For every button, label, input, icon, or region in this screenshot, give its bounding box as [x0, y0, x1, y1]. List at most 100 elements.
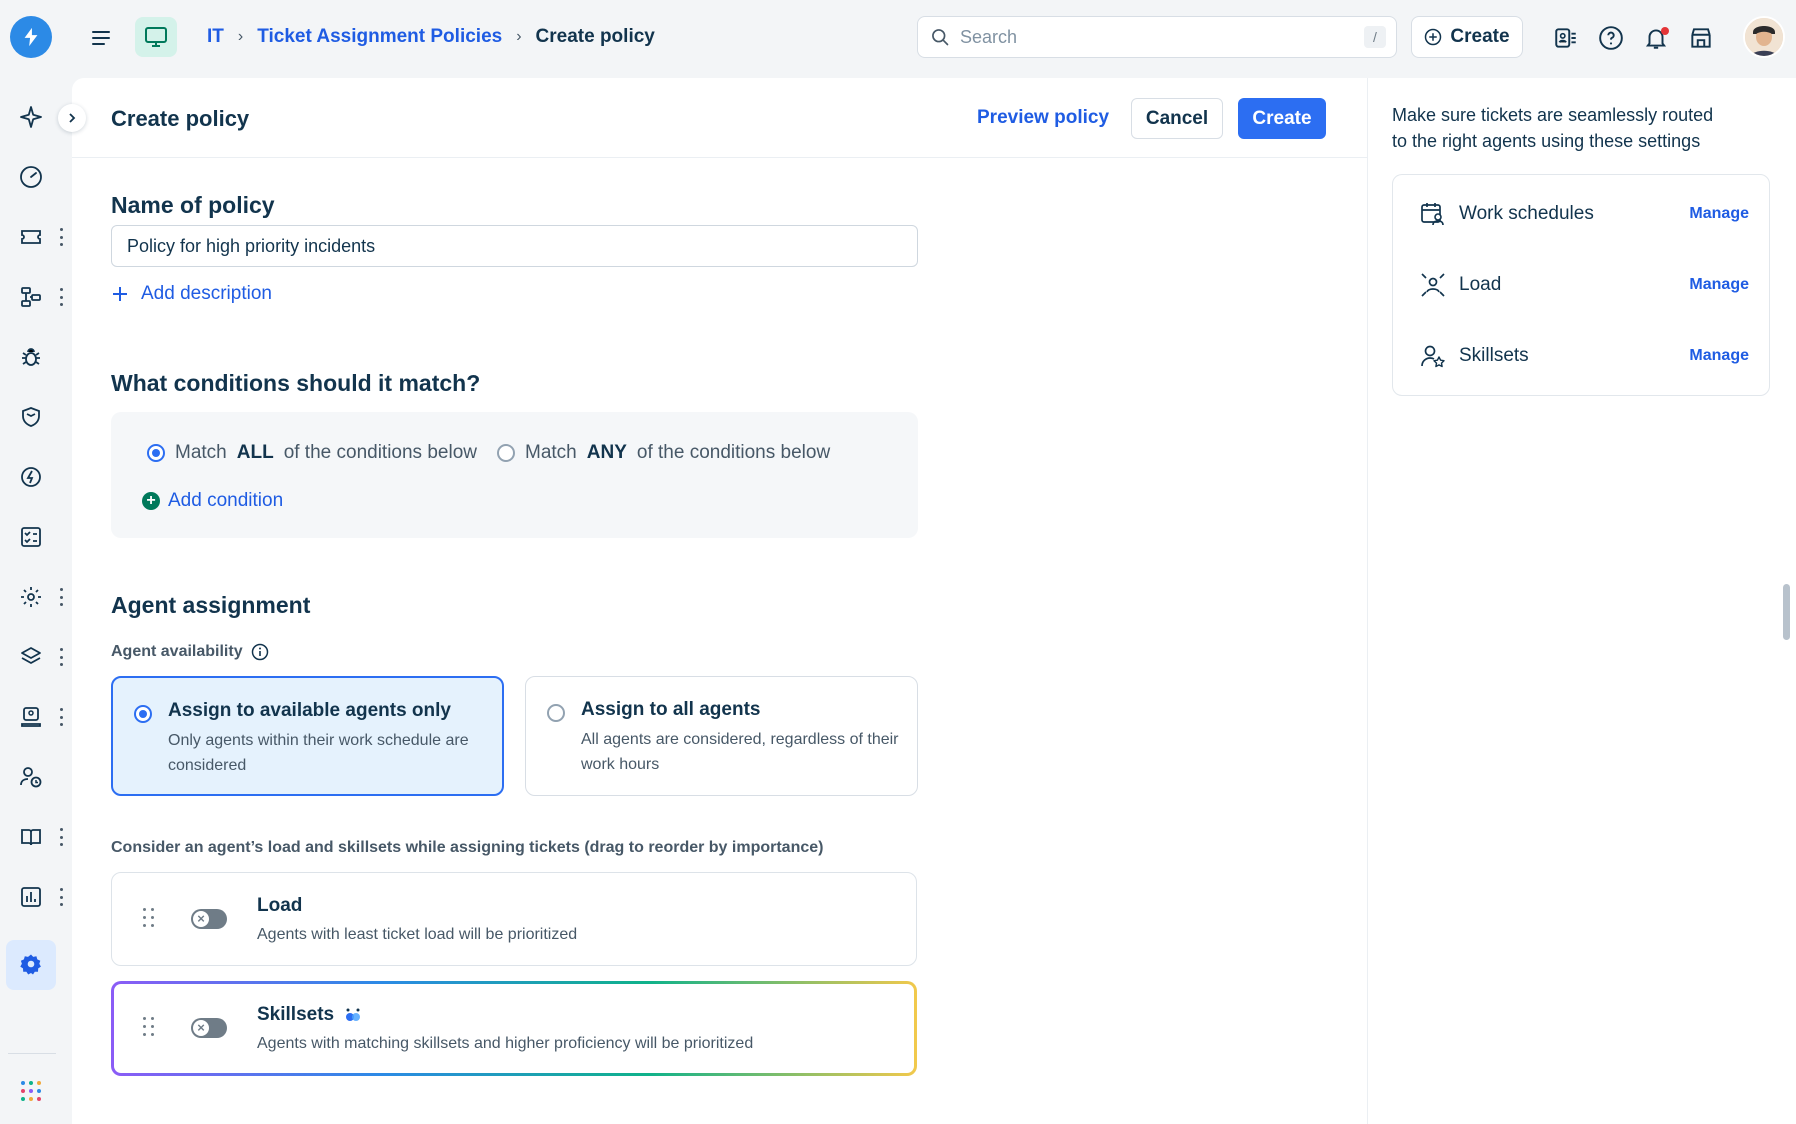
info-icon[interactable] [251, 643, 269, 661]
layers-icon[interactable] [16, 642, 46, 672]
contact-list-icon[interactable] [1553, 25, 1579, 51]
match-any-radio[interactable] [497, 444, 515, 462]
load-icon [1419, 271, 1447, 299]
load-factor-card[interactable]: Load Agents with least ticket load will … [111, 872, 917, 966]
right-panel: Make sure tickets are seamlessly routed … [1367, 78, 1796, 1124]
bug-icon[interactable] [16, 342, 46, 372]
marketplace-icon[interactable] [1688, 25, 1714, 51]
policy-name-input[interactable] [111, 225, 918, 267]
skillsets-title-text: Skillsets [257, 1004, 335, 1025]
skillsets-description: Agents with matching skillsets and highe… [257, 1035, 754, 1052]
load-toggle[interactable] [191, 909, 227, 929]
agent-availability-label: Agent availability [111, 643, 243, 660]
option-description: Only agents within their work schedule a… [168, 732, 469, 774]
breadcrumb: IT › Ticket Assignment Policies › Create… [207, 26, 655, 48]
match-all-keyword: ALL [236, 442, 274, 463]
plus-icon [113, 287, 127, 301]
match-any-keyword: ANY [586, 442, 627, 463]
plus-circle-icon [1425, 28, 1442, 46]
calendar-user-icon [1419, 200, 1447, 228]
consider-label: Consider an agent’s load and skillsets w… [111, 839, 824, 856]
option-title: Assign to all agents [581, 699, 761, 720]
apps-grid-icon[interactable] [16, 1076, 46, 1106]
expand-sidebar-button[interactable] [58, 104, 86, 132]
notification-dot [1661, 27, 1669, 35]
more-icon[interactable] [58, 588, 64, 606]
shield-icon[interactable] [16, 402, 46, 432]
top-bar: IT › Ticket Assignment Policies › Create… [0, 0, 1796, 78]
more-icon[interactable] [58, 828, 64, 846]
conditions-box: Match ALL of the conditions below Match … [111, 412, 918, 538]
load-description: Agents with least ticket load will be pr… [257, 926, 578, 943]
more-icon[interactable] [58, 708, 64, 726]
ai-sparkle-icon [346, 1008, 361, 1021]
preview-policy-link[interactable]: Preview policy [977, 107, 1109, 129]
chevron-right-icon: › [237, 28, 244, 45]
global-search[interactable]: / [917, 16, 1397, 58]
dashboard-icon[interactable] [16, 162, 46, 192]
chevron-right-icon: › [516, 28, 522, 45]
setting-work-schedules: Work schedules Manage [1419, 199, 1749, 229]
setting-skillsets: Skillsets Manage [1419, 341, 1749, 371]
workspace-monitor-icon[interactable] [135, 17, 177, 57]
reports-icon[interactable] [16, 882, 46, 912]
available-agents-option[interactable]: Assign to available agents only Only age… [111, 676, 504, 796]
more-icon[interactable] [58, 648, 64, 666]
chevron-right-icon [69, 113, 76, 123]
agent-availability-label-row: Agent availability [111, 643, 269, 661]
load-title-text: Load [257, 895, 303, 916]
skillsets-factor-card[interactable]: Skillsets Agents with matching skillsets… [111, 981, 917, 1076]
load-title: Load [257, 895, 302, 917]
global-create-button[interactable]: Create [1411, 16, 1523, 58]
conditions-section-title: What conditions should it match? [111, 370, 481, 396]
breadcrumb-current: Create policy [535, 26, 655, 47]
add-description-link[interactable]: Add description [111, 283, 272, 305]
search-input[interactable] [960, 26, 1350, 48]
assets-icon[interactable] [16, 702, 46, 732]
manage-load-link[interactable]: Manage [1689, 276, 1749, 294]
skillsets-toggle[interactable] [191, 1018, 227, 1038]
book-icon[interactable] [16, 822, 46, 852]
tasks-icon[interactable] [16, 522, 46, 552]
available-agents-radio[interactable] [134, 705, 152, 723]
breadcrumb-ticket-assignment-policies[interactable]: Ticket Assignment Policies [257, 26, 502, 48]
more-icon[interactable] [58, 228, 64, 246]
all-agents-option[interactable]: Assign to all agents All agents are cons… [525, 676, 918, 796]
setting-label: Skillsets [1459, 345, 1529, 366]
page-title: Create policy [111, 106, 250, 131]
match-any-option[interactable]: Match ANY of the conditions below [497, 442, 830, 464]
settings-card: Work schedules Manage Load Manage Skills… [1392, 174, 1770, 396]
drag-handle-icon[interactable] [143, 1017, 155, 1037]
more-icon[interactable] [58, 288, 64, 306]
change-icon[interactable] [16, 462, 46, 492]
user-avatar[interactable] [1743, 16, 1785, 58]
create-button[interactable]: Create [1238, 98, 1326, 139]
cancel-button[interactable]: Cancel [1131, 98, 1223, 139]
setting-label: Load [1459, 274, 1502, 295]
all-agents-radio[interactable] [547, 704, 565, 722]
help-icon[interactable] [1598, 25, 1624, 51]
manage-work-schedules-link[interactable]: Manage [1689, 205, 1749, 223]
app-logo-icon[interactable] [10, 16, 52, 58]
ticket-icon[interactable] [16, 222, 46, 252]
user-clock-icon[interactable] [16, 762, 46, 792]
more-icon[interactable] [58, 888, 64, 906]
skillsets-title: Skillsets [257, 1004, 362, 1026]
scrollbar-thumb[interactable] [1783, 584, 1790, 640]
drag-handle-icon[interactable] [143, 908, 155, 928]
search-icon [932, 29, 949, 46]
match-all-option[interactable]: Match ALL of the conditions below [147, 442, 477, 464]
page-header: Create policy Preview policy Cancel Crea… [58, 78, 1367, 158]
settings-icon[interactable] [6, 940, 56, 990]
manage-skillsets-link[interactable]: Manage [1689, 347, 1749, 365]
workflow-icon[interactable] [16, 282, 46, 312]
sparkle-icon[interactable] [16, 102, 46, 132]
match-all-prefix: Match [175, 442, 227, 463]
breadcrumb-it[interactable]: IT [207, 26, 224, 48]
name-section-title: Name of policy [111, 192, 275, 218]
global-create-label: Create [1450, 26, 1510, 47]
match-all-radio[interactable] [147, 444, 165, 462]
add-condition-button[interactable]: + Add condition [142, 490, 283, 512]
menu-icon[interactable] [89, 26, 113, 50]
config-icon[interactable] [16, 582, 46, 612]
